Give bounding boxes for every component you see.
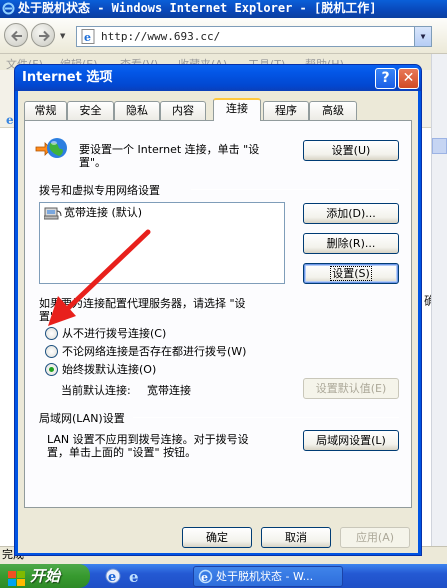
start-button[interactable]: 开始 [0, 564, 90, 588]
start-label: 开始 [30, 567, 61, 585]
address-dropdown-icon[interactable]: ▼ [414, 27, 431, 46]
current-default-value: 宽带连接 [147, 384, 191, 397]
ie-vertical-scrollbar[interactable] [431, 54, 447, 546]
radio-always-dial-default[interactable]: 始终拨默认连接(O) [45, 362, 156, 378]
add-connection-button[interactable]: 添加(D)... [303, 203, 399, 224]
connections-listbox[interactable]: 宽带连接 (默认) [39, 202, 285, 284]
radio-never-dial-label: 从不进行拨号连接(C) [62, 327, 167, 340]
lan-divider [133, 417, 399, 418]
task-title: 处于脱机状态 - W... [216, 570, 314, 583]
radio-always-dial-default-label: 始终拨默认连接(O) [62, 363, 157, 376]
tab-general[interactable]: 常规 [24, 101, 67, 120]
internet-options-dialog: Internet 选项 ? ✕ 常规 安全 隐私 内容 连接 程序 高级 要设置… [14, 64, 422, 556]
apply-button[interactable]: 应用(A) [340, 527, 410, 548]
lan-settings-button[interactable]: 局域网设置(L) [303, 430, 399, 451]
svg-text:e: e [108, 570, 116, 585]
tab-content[interactable]: 内容 [160, 101, 206, 120]
ie-window-title: 处于脱机状态 - Windows Internet Explorer - [脱机… [18, 1, 377, 15]
scroll-thumb[interactable] [432, 138, 447, 154]
remove-connection-button[interactable]: 删除(R)... [303, 233, 399, 254]
current-default-label: 当前默认连接: [61, 384, 131, 397]
ie-title-bar[interactable]: 处于脱机状态 - Windows Internet Explorer - [脱机… [0, 0, 447, 18]
lan-instruction-line2: 置，单击上面的 "设置" 按钮。 [47, 446, 197, 459]
radio-dial-whenever-circle[interactable] [45, 345, 58, 358]
svg-text:e: e [84, 31, 91, 44]
task-ie-icon: e [198, 569, 213, 586]
cancel-button[interactable]: 取消 [261, 527, 331, 548]
dialup-divider [191, 189, 399, 190]
taskbar: 开始 e e e 处于脱机状态 - W... [0, 564, 447, 588]
dialog-body: 常规 安全 隐私 内容 连接 程序 高级 要设置一个 Internet 连接，单… [18, 91, 418, 553]
forward-button[interactable] [31, 23, 55, 47]
ie-logo-icon [2, 2, 15, 15]
dialog-title: Internet 选项 [22, 70, 113, 85]
ok-button[interactable]: 确定 [182, 527, 252, 548]
windows-flag-icon [8, 569, 26, 588]
connections-panel: 要设置一个 Internet 连接，单击 "设 置"。 设置(U) 拨号和虚拟专… [24, 120, 412, 508]
quicklaunch-ie-icon-2[interactable]: e [126, 567, 144, 586]
tab-advanced[interactable]: 高级 [309, 101, 357, 120]
tab-programs[interactable]: 程序 [263, 101, 309, 120]
forward-arrow-icon [39, 30, 50, 42]
page-icon: e [81, 29, 97, 50]
proxy-instruction-line2: 置"。 [39, 310, 67, 323]
dialup-section-header: 拨号和虚拟专用网络设置 [39, 184, 160, 197]
taskbar-item-ie[interactable]: e 处于脱机状态 - W... [193, 566, 343, 587]
radio-always-dial-default-circle[interactable] [45, 363, 58, 376]
dialup-connection-icon [43, 205, 62, 225]
set-default-button[interactable]: 设置默认值(E) [303, 378, 399, 399]
connection-settings-label: 设置(S) [330, 266, 372, 281]
ie-toolbar: ▼ e http://www.693.cc/ ▼ [0, 18, 447, 54]
svg-text:e: e [201, 571, 208, 584]
connection-settings-button[interactable]: 设置(S) [303, 263, 399, 284]
help-button[interactable]: ? [375, 68, 396, 89]
dialog-title-bar[interactable]: Internet 选项 ? ✕ [15, 65, 421, 91]
radio-never-dial[interactable]: 从不进行拨号连接(C) [45, 326, 166, 342]
history-dropdown-icon[interactable]: ▼ [60, 32, 65, 40]
radio-never-dial-circle[interactable] [45, 327, 58, 340]
address-bar[interactable]: e http://www.693.cc/ ▼ [76, 26, 432, 47]
tab-strip: 常规 安全 隐私 内容 连接 程序 高级 [24, 98, 414, 121]
setup-instruction-line2: 置"。 [79, 156, 107, 169]
network-globe-icon [35, 135, 69, 166]
connection-name: 宽带连接 (默认) [64, 206, 143, 219]
quicklaunch-ie-icon[interactable]: e [104, 567, 122, 585]
svg-text:e: e [129, 568, 139, 585]
close-button[interactable]: ✕ [398, 68, 419, 89]
tab-connections[interactable]: 连接 [213, 98, 261, 121]
connection-item-broadband[interactable]: 宽带连接 (默认) [42, 205, 142, 221]
setup-button[interactable]: 设置(U) [303, 140, 399, 161]
radio-dial-whenever-label: 不论网络连接是否存在都进行拨号(W) [62, 345, 247, 358]
tab-security[interactable]: 安全 [67, 101, 114, 120]
back-button[interactable] [4, 23, 28, 47]
radio-dial-whenever[interactable]: 不论网络连接是否存在都进行拨号(W) [45, 344, 246, 360]
address-text: http://www.693.cc/ [101, 30, 221, 43]
tab-privacy[interactable]: 隐私 [114, 101, 160, 120]
svg-text:e: e [6, 113, 14, 126]
proxy-instruction-line1: 如果要为连接配置代理服务器，请选择 "设 [39, 297, 246, 310]
lan-section-header: 局域网(LAN)设置 [39, 412, 125, 425]
back-arrow-icon [11, 30, 22, 42]
